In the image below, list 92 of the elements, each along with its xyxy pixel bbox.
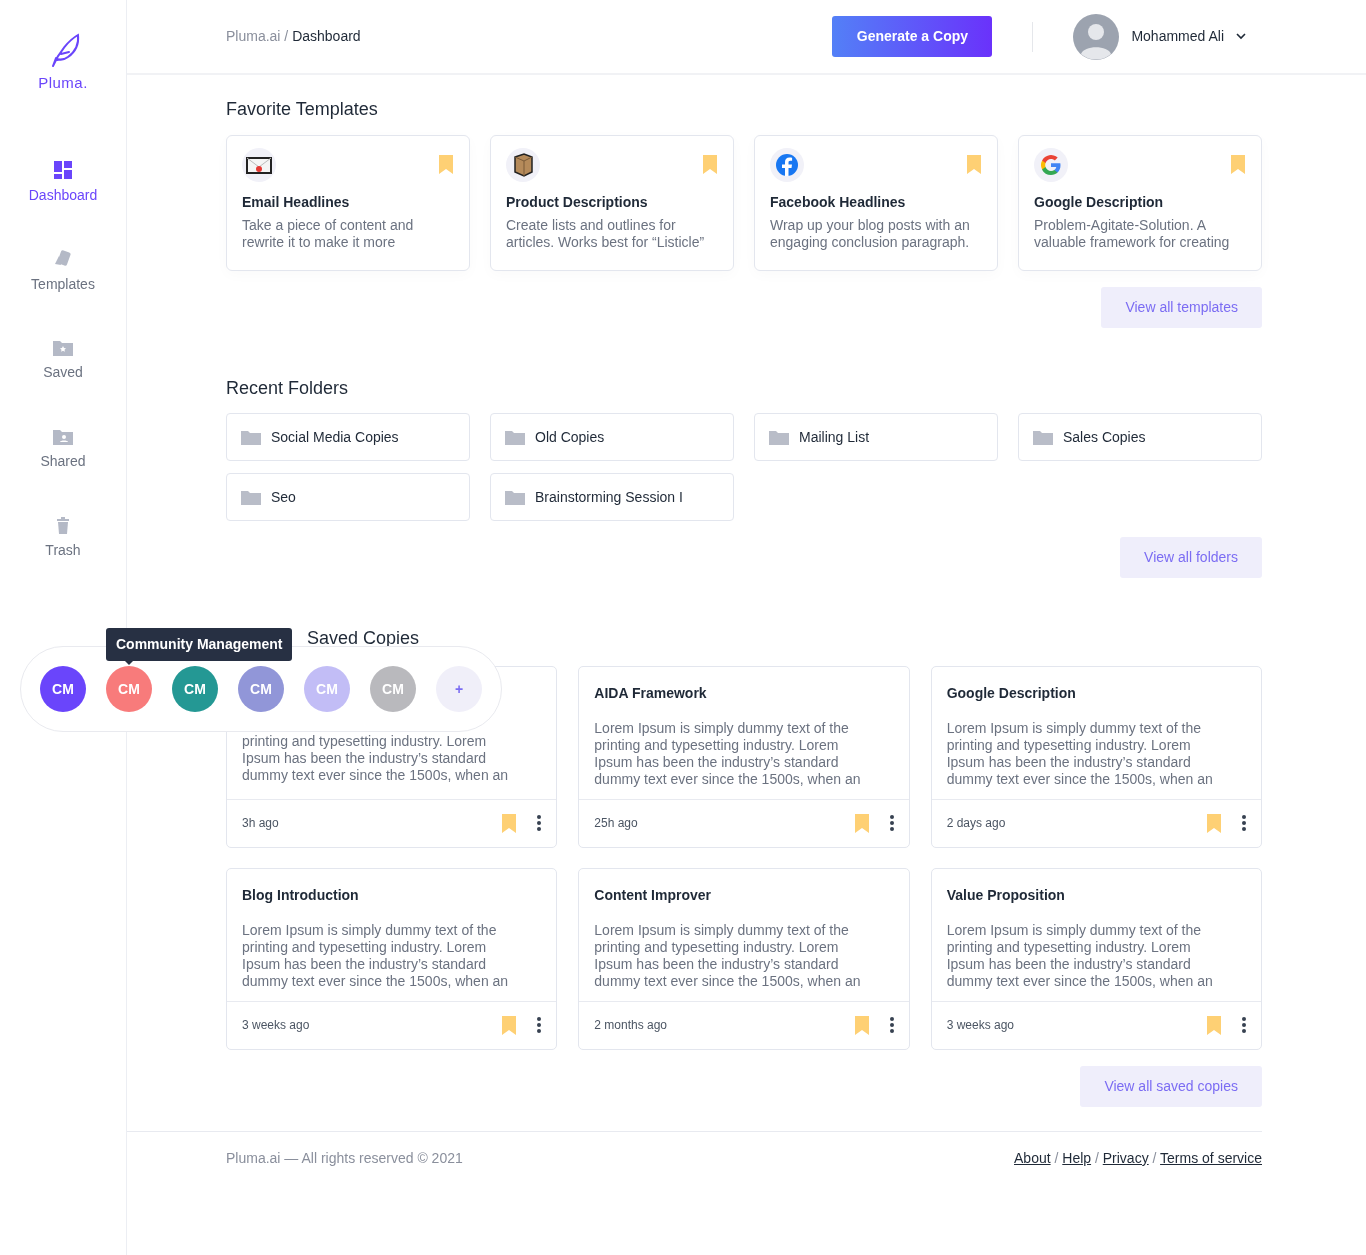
sidebar-item[interactable]: Dashboard [28, 160, 98, 250]
view-all-button[interactable]: View all templates [1101, 286, 1262, 328]
copy-text: Lorem Ipsum is simply dummy text of the printing and typesetting industry. Lorem Ipsum has been the industry’s standard dummy text ever since the 1500s, when an [946, 921, 1214, 990]
separator-text: / [1093, 1149, 1100, 1166]
folder-item[interactable]: Brainstorming Session I [490, 473, 734, 522]
chevron-down-icon [1236, 33, 1246, 40]
more-options-button[interactable] [889, 815, 894, 832]
timestamp: 2 days ago [946, 815, 1007, 833]
folder-icon [1033, 429, 1053, 445]
tooltip: Community Management [106, 628, 293, 661]
more-options-button[interactable] [889, 1017, 894, 1034]
timestamp: 2 months ago [594, 1017, 669, 1035]
timestamp: 3h ago [242, 815, 280, 833]
copy-card[interactable]: Content Improver Lorem Ipsum is simply dummy text of the printing and typesetting industry. Lorem Ipsum has been the industry’s standard dummy text ever since the 1500s, when an 2 months ago [578, 867, 910, 1050]
template-title: Email Headlines [242, 192, 351, 212]
trash-icon [57, 516, 69, 534]
dashboard-icon [54, 160, 72, 179]
template-description: Take a piece of content and rewrite it to make it more [242, 216, 415, 251]
copy-title: Blog Introduction [242, 885, 360, 905]
more-icon [537, 1017, 542, 1034]
timestamp: 25h ago [594, 815, 639, 833]
sidebar-item[interactable]: Trash [45, 516, 81, 606]
workspace-chip[interactable]: CM [40, 666, 86, 712]
more-icon [1242, 815, 1246, 832]
template-title: Product Descriptions [506, 192, 649, 212]
footer-link[interactable]: Help [1062, 1149, 1092, 1166]
more-icon [537, 815, 542, 832]
sidebar-item[interactable]: Saved [43, 338, 83, 428]
separator-text: / [1151, 1149, 1158, 1166]
folder-icon [241, 489, 261, 505]
copy-title: Google Description [946, 683, 1077, 703]
footer-link[interactable]: About [1014, 1149, 1051, 1166]
more-icon [889, 815, 894, 832]
more-icon [889, 1017, 894, 1034]
folder-item[interactable]: Sales Copies [1018, 413, 1262, 462]
folder-item[interactable]: Seo [226, 473, 470, 522]
section-title: Favorite Templates [226, 99, 379, 121]
view-all-button[interactable]: View all saved copies [1080, 1065, 1262, 1107]
copy-text: Lorem Ipsum is simply dummy text of the printing and typesetting industry. Lorem Ipsum has been the industry’s standard dummy text ever since the 1500s, when an [594, 921, 862, 990]
copy-text: Lorem Ipsum is simply dummy text of the printing and typesetting industry. Lorem Ipsum has been the industry’s standard dummy text ever since the 1500s, when an [946, 719, 1214, 788]
template-card[interactable]: Email Headlines Take a piece of content and rewrite it to make it more [226, 134, 470, 271]
folder-icon [505, 429, 525, 445]
more-options-button[interactable] [1242, 1017, 1246, 1034]
template-card[interactable]: Product Descriptions Create lists and outlines for articles. Works best for “Listicle” [490, 134, 734, 271]
folder-user-icon [53, 427, 73, 445]
timestamp: 3 weeks ago [242, 1017, 311, 1035]
sidebar-item[interactable]: Shared [40, 427, 86, 517]
folder-icon [769, 429, 789, 445]
template-card[interactable]: Google Description Problem-Agitate-Solution. A valuable framework for creating [1018, 134, 1262, 271]
template-title: Facebook Headlines [770, 192, 907, 212]
template-description: Create lists and outlines for articles. Works best for “Listicle” [506, 216, 706, 251]
more-icon [1242, 1017, 1246, 1034]
copy-text: Lorem Ipsum is simply dummy text of the printing and typesetting industry. Lorem Ipsum has been the industry’s standard dummy text ever since the 1500s, when an [594, 719, 862, 788]
cards-icon [53, 249, 73, 268]
more-options-button[interactable] [537, 815, 542, 832]
folder-item[interactable]: Old Copies [490, 413, 734, 462]
template-card[interactable]: Facebook Headlines Wrap up your blog posts with an engaging conclusion paragraph. [754, 134, 998, 271]
footer-link[interactable]: Privacy [1102, 1149, 1149, 1166]
avatar [1073, 13, 1120, 60]
add-workspace-button[interactable]: + [436, 666, 482, 712]
copyright-text: Pluma.ai — All rights reserved © 2021 [226, 1148, 463, 1168]
copy-card[interactable]: Google Description Lorem Ipsum is simply dummy text of the printing and typesetting industry. Lorem Ipsum has been the industry’s standard dummy text ever since the 1500s, when an 2 days ago [930, 665, 1262, 848]
timestamp: 3 weeks ago [946, 1017, 1016, 1035]
template-title: Google Description [1034, 192, 1165, 212]
folder-star-icon [53, 338, 73, 356]
section-title: Recent Folders [226, 377, 350, 400]
folder-item[interactable]: Social Media Copies [226, 413, 470, 462]
copy-card[interactable]: Blog Introduction Lorem Ipsum is simply dummy text of the printing and typesetting industry. Lorem Ipsum has been the industry’s standard dummy text ever since the 1500s, when an 3 weeks ago [226, 867, 558, 1050]
breadcrumb: Pluma.ai / Dashboard [226, 27, 361, 46]
copy-title: AIDA Framework [594, 683, 708, 703]
folder-icon [505, 489, 525, 505]
more-options-button[interactable] [537, 1017, 542, 1034]
copy-title: Content Improver [594, 885, 712, 905]
view-all-button[interactable]: View all folders [1120, 537, 1262, 579]
copy-card[interactable]: Value Proposition Lorem Ipsum is simply dummy text of the printing and typesetting industry. Lorem Ipsum has been the industry’s standard dummy text ever since the 1500s, when an 3 weeks ago [930, 867, 1262, 1050]
folder-item[interactable]: Mailing List [754, 413, 998, 462]
section-title: Saved Copies [307, 628, 420, 650]
separator-text: / [1053, 1149, 1060, 1166]
footer-link[interactable]: Terms of service [1160, 1149, 1262, 1166]
sidebar-item[interactable]: Templates [31, 249, 95, 339]
template-description: Wrap up your blog posts with an engaging conclusion paragraph. [770, 216, 971, 251]
folder-icon [241, 429, 261, 445]
copy-text: printing and typesetting industry. Lorem Ipsum has been the industry’s standard dummy text ever since the 1500s, when an [242, 732, 510, 784]
template-description: Problem-Agitate-Solution. A valuable framework for creating [1034, 216, 1231, 251]
workspace-chip[interactable]: CM [172, 666, 218, 712]
copy-card[interactable]: AIDA Framework Lorem Ipsum is simply dummy text of the printing and typesetting industry. Lorem Ipsum has been the industry’s standard dummy text ever since the 1500s, when an 25h ago [578, 665, 910, 848]
user-menu[interactable]: Mohammed Ali [1073, 13, 1246, 60]
more-options-button[interactable] [1242, 815, 1246, 832]
copy-text: Lorem Ipsum is simply dummy text of the printing and typesetting industry. Lorem Ipsum has been the industry’s standard dummy text ever since the 1500s, when an [242, 921, 510, 990]
generate-button[interactable]: Generate a Copy [832, 16, 993, 57]
brand-name: Pluma. [38, 73, 88, 93]
copy-title: Value Proposition [946, 885, 1066, 905]
